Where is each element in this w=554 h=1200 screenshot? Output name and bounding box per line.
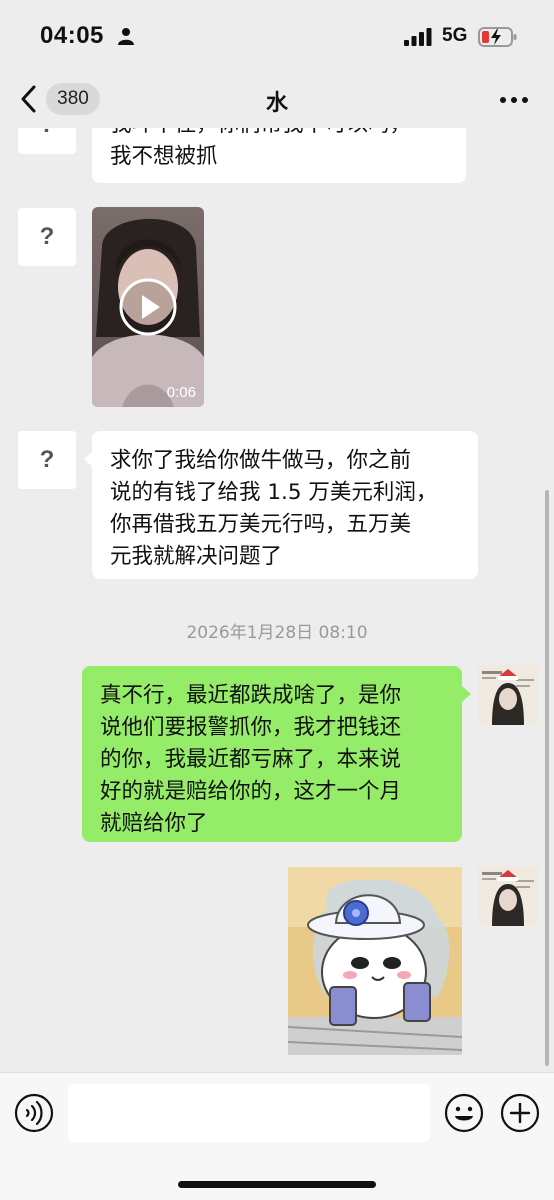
home-indicator (178, 1181, 376, 1188)
battery-charging-icon (478, 27, 517, 47)
message-line: 元我就解决问题了 (110, 544, 283, 569)
video-duration: 0:06 (166, 384, 196, 401)
avatar-image (478, 866, 538, 926)
input-bar (0, 1072, 554, 1200)
message-bubble-incoming[interactable]: 求你了我给你做牛做马，你之前 说的有钱了给我 1.5 万美元利润， 你再借我五万… (92, 431, 478, 579)
chat-header: 380 水 (0, 72, 554, 128)
message-input[interactable] (68, 1084, 430, 1142)
message-line: 你再借我五万美元行吗，五万美 (110, 512, 412, 537)
message-bubble-incoming[interactable]: 我斗不住，你们帮我不可以吗， 我不想被抓 (92, 128, 466, 183)
plus-icon[interactable] (500, 1093, 540, 1133)
bubble-tail (462, 686, 471, 702)
my-avatar[interactable] (478, 665, 538, 725)
message-line: 好的就是赔给你的，这才一个月 (100, 779, 402, 804)
avatar-image (478, 665, 538, 725)
sticker-image (288, 867, 462, 1055)
message-line: 求你了我给你做牛做马，你之前 (110, 448, 412, 473)
status-bar: 04:05 5G (0, 0, 554, 72)
network-label: 5G (442, 25, 468, 46)
message-line: 我斗不住，你们帮我不可以吗， (110, 128, 448, 141)
contact-avatar[interactable]: ? (18, 128, 76, 154)
message-line: 真不行，最近都跌成啥了，是你 (100, 683, 402, 708)
message-bubble-outgoing[interactable]: 真不行，最近都跌成啥了，是你 说他们要报警抓你，我才把钱还 的你，我最近都亏麻了… (82, 666, 462, 842)
my-avatar[interactable] (478, 866, 538, 926)
hamster-with-hat-sticker[interactable] (288, 867, 462, 1055)
chat-title: 水 (265, 91, 288, 116)
message-line: 就赔给你了 (100, 811, 208, 836)
message-line: 的你，我最近都亏麻了，本来说 (100, 747, 402, 772)
play-icon[interactable] (118, 277, 178, 337)
scrollbar[interactable] (545, 490, 549, 1066)
message-line: 说他们要报警抓你，我才把钱还 (100, 715, 402, 740)
status-time: 04:05 (40, 22, 104, 49)
video-message[interactable]: 0:06 (92, 207, 204, 407)
contact-avatar[interactable]: ? (18, 431, 76, 489)
emoji-icon[interactable] (444, 1093, 484, 1133)
contact-avatar[interactable]: ? (18, 208, 76, 266)
message-line: 我不想被抓 (110, 144, 218, 169)
voice-icon[interactable] (14, 1093, 54, 1133)
person-icon (118, 28, 134, 45)
signal-icon (404, 28, 432, 46)
message-list[interactable]: ? 我斗不住，你们帮我不可以吗， 我不想被抓 ? 0:06 ? (0, 128, 554, 1072)
more-icon[interactable] (498, 88, 530, 112)
message-timestamp: 2026年1月28日 08:10 (186, 623, 368, 643)
message-line: 说的有钱了给我 1.5 万美元利润， (110, 480, 438, 505)
